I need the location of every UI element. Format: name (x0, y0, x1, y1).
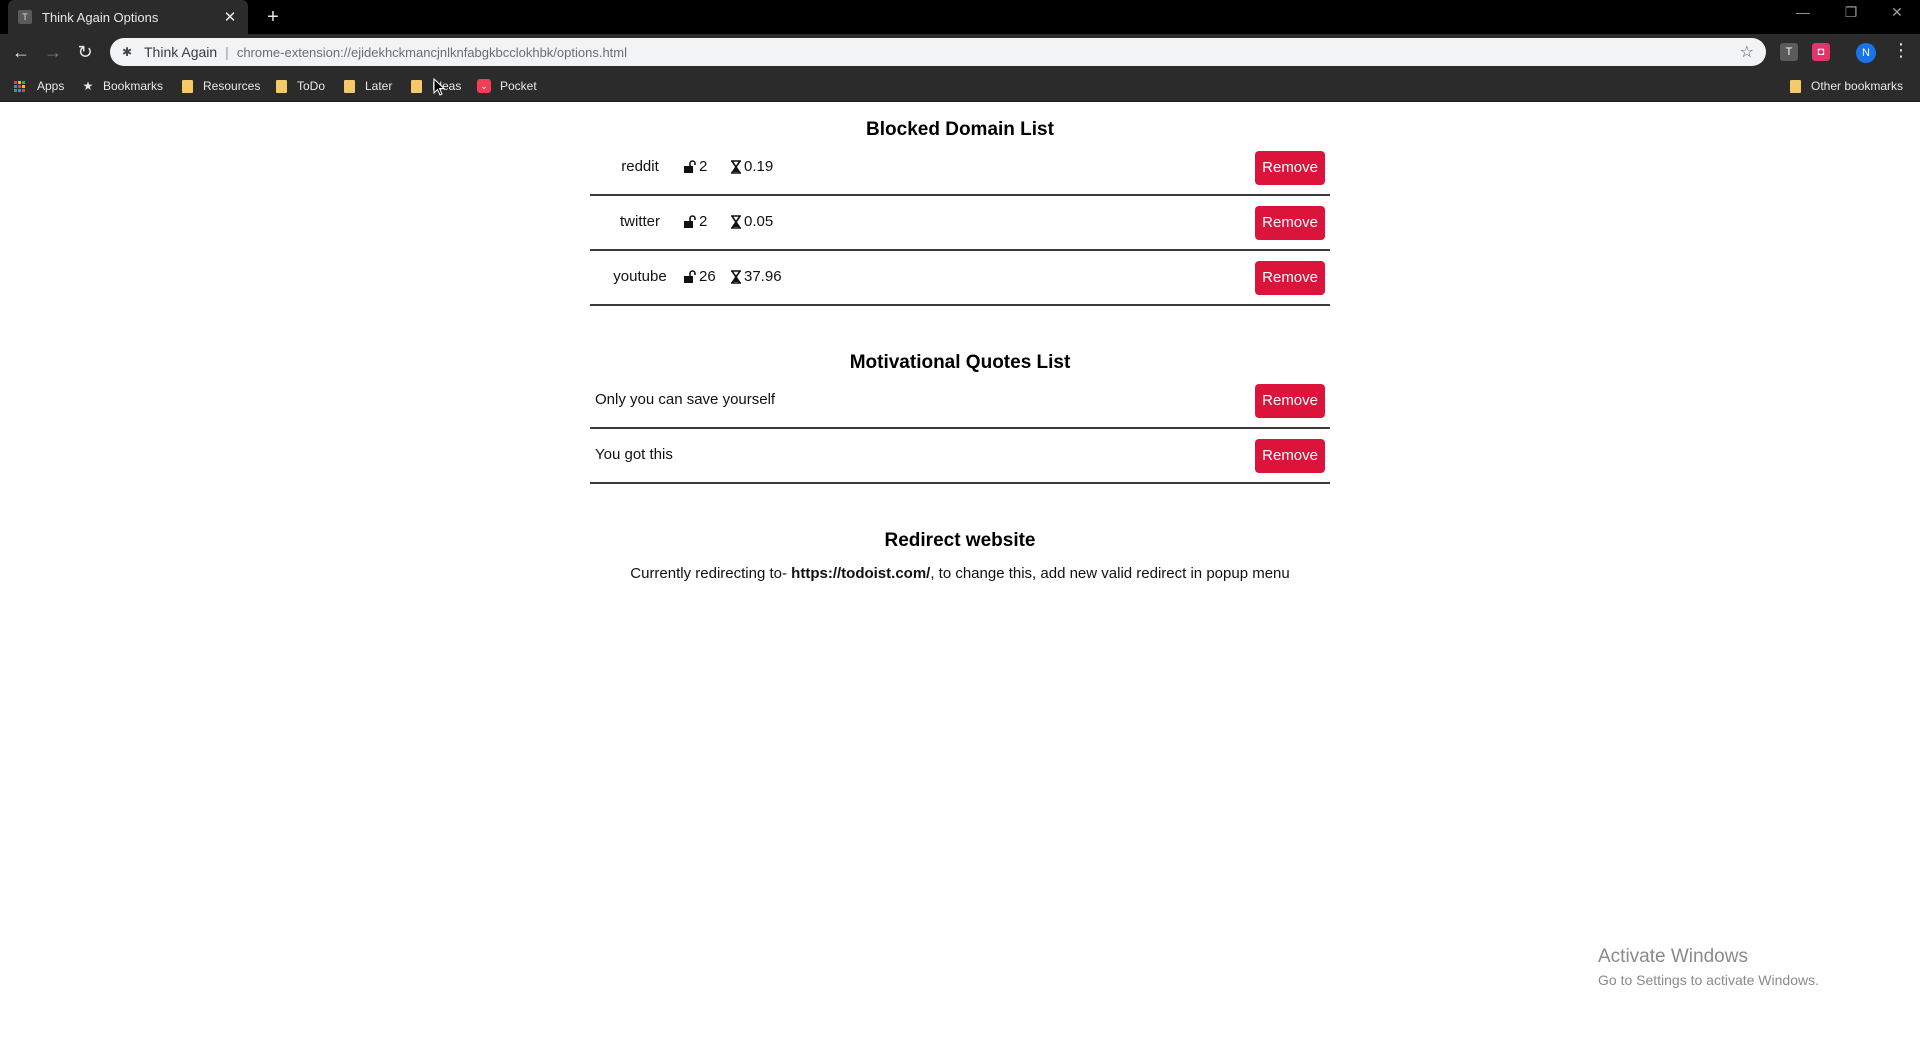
new-tab-plus-icon[interactable]: + (262, 6, 284, 28)
kebab-menu-icon[interactable]: ⋮ (1892, 40, 1910, 61)
tab-title: Think Again Options (42, 9, 159, 25)
activate-windows-subtitle: Go to Settings to activate Windows. (1598, 972, 1819, 988)
reload-icon[interactable]: ↻ (72, 39, 98, 65)
quote-text: You got this (595, 446, 673, 463)
apps-grid-icon (14, 80, 25, 92)
redirect-suffix: , to change this, add new valid redirect… (930, 565, 1290, 582)
remove-domain-button[interactable]: Remove (1255, 206, 1325, 240)
blocked-domain-list: reddit 2 0.19 Remove twitter 2 0.05 Remo… (590, 141, 1330, 306)
unlock-count: 26 (683, 268, 716, 285)
forward-arrow-icon[interactable]: → (40, 39, 66, 65)
bookmark-bookmarks[interactable]: ★ Bookmarks (82, 70, 163, 102)
folder-icon (344, 79, 355, 93)
blocked-domain-row: twitter 2 0.05 Remove (590, 196, 1330, 251)
bookmark-resources[interactable]: Resources (182, 70, 260, 102)
activate-windows-title: Activate Windows (1598, 946, 1748, 967)
remove-quote-button[interactable]: Remove (1255, 439, 1325, 473)
profile-avatar[interactable]: N (1856, 43, 1876, 63)
bookmark-pocket[interactable]: ⌄ Pocket (477, 70, 537, 102)
mouse-cursor-icon (433, 78, 445, 96)
folder-icon (182, 79, 193, 93)
browser-toolbar: ← → ↻ ✱ Think Again | chrome-extension:/… (0, 34, 1920, 70)
redirect-url: https://todoist.com/ (791, 565, 931, 582)
puzzle-extension-icon: ✱ (122, 45, 133, 59)
star-icon: ★ (82, 79, 94, 93)
bookmark-label: Apps (37, 79, 65, 93)
minimize-icon[interactable]: — (1788, 4, 1818, 20)
unlock-count-value: 2 (699, 213, 708, 230)
options-page: Blocked Domain List reddit 2 0.19 Remove… (0, 103, 1920, 1040)
motivational-quotes-list: Only you can save yourself Remove You go… (590, 374, 1330, 484)
omnibox-url[interactable]: chrome-extension://ejidekhckmancjnlknfab… (237, 45, 1740, 60)
time-spent: 37.96 (730, 268, 782, 285)
bookmarks-bar: Apps ★ Bookmarks Resources ToDo Later Id… (0, 70, 1920, 102)
folder-icon (276, 79, 287, 93)
bookmark-other[interactable]: Other bookmarks (1790, 70, 1903, 102)
quote-text: Only you can save yourself (595, 391, 776, 408)
time-spent: 0.05 (730, 213, 773, 230)
unlock-icon (684, 269, 696, 283)
remove-domain-button[interactable]: Remove (1255, 151, 1325, 185)
blocked-domain-row: youtube 26 37.96 Remove (590, 251, 1330, 306)
restore-icon[interactable]: ❐ (1836, 4, 1866, 21)
time-spent-value: 37.96 (744, 268, 782, 285)
think-again-extension-icon[interactable]: T (1780, 43, 1798, 61)
domain-name: twitter (619, 213, 660, 230)
quote-row: Only you can save yourself Remove (590, 374, 1330, 429)
time-spent: 0.19 (730, 158, 773, 175)
remove-domain-button[interactable]: Remove (1255, 261, 1325, 295)
motivational-quotes-title: Motivational Quotes List (849, 352, 1071, 373)
bookmark-label: ToDo (297, 79, 326, 93)
blocked-domain-title: Blocked Domain List (866, 119, 1054, 140)
record-extension-icon[interactable]: ◘ (1812, 43, 1830, 61)
folder-icon (1790, 79, 1801, 93)
unlock-count: 2 (683, 213, 707, 230)
bookmark-later[interactable]: Later (344, 70, 392, 102)
blocked-domain-row: reddit 2 0.19 Remove (590, 141, 1330, 196)
bookmark-star-icon[interactable]: ☆ (1740, 42, 1754, 62)
pocket-icon: ⌄ (477, 79, 491, 93)
redirect-prefix: Currently redirecting to- (630, 565, 787, 582)
time-spent-value: 0.19 (744, 158, 774, 175)
unlock-icon (684, 159, 696, 173)
redirect-description: Currently redirecting to- https://todois… (0, 565, 1920, 582)
window-close-icon[interactable]: ✕ (1882, 4, 1912, 21)
redirect-website-title: Redirect website (884, 530, 1036, 551)
address-bar[interactable]: ✱ Think Again | chrome-extension://ejide… (110, 38, 1766, 66)
bookmark-label: Bookmarks (103, 79, 164, 93)
tab-favicon-icon: T (18, 10, 32, 24)
quote-row: You got this Remove (590, 429, 1330, 484)
back-arrow-icon[interactable]: ← (8, 39, 34, 65)
tab-close-icon[interactable]: ✕ (222, 8, 238, 26)
remove-quote-button[interactable]: Remove (1255, 384, 1325, 418)
bookmark-label: Pocket (500, 79, 537, 93)
unlock-count-value: 2 (699, 158, 708, 175)
domain-name: youtube (613, 268, 667, 285)
unlock-icon (684, 214, 696, 228)
bookmark-label: Later (365, 79, 393, 93)
tab-think-again-options[interactable]: T Think Again Options ✕ (8, 0, 248, 34)
bookmark-label: Other bookmarks (1811, 79, 1904, 93)
domain-name: reddit (621, 158, 659, 175)
omnibox-origin: Think Again (144, 44, 218, 60)
hourglass-icon (731, 159, 741, 174)
time-spent-value: 0.05 (744, 213, 774, 230)
unlock-count: 2 (683, 158, 707, 175)
hourglass-icon (731, 214, 741, 229)
unlock-count-value: 26 (699, 268, 716, 285)
omnibox-separator: | (225, 44, 229, 60)
hourglass-icon (731, 269, 741, 284)
tab-strip: T Think Again Options ✕ + — ❐ ✕ (0, 0, 1920, 34)
bookmark-apps[interactable]: Apps (14, 70, 64, 102)
folder-icon (411, 79, 422, 93)
bookmark-label: Resources (203, 79, 261, 93)
bookmark-todo[interactable]: ToDo (276, 70, 325, 102)
